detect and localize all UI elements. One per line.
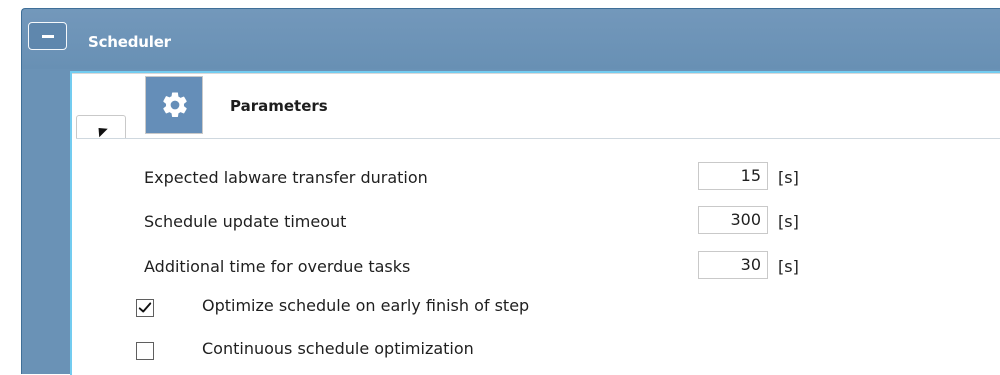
section-divider xyxy=(76,138,1000,139)
field-label: Additional time for overdue tasks xyxy=(144,257,411,276)
transfer-duration-input[interactable]: 15 xyxy=(698,162,768,190)
field-row-transfer-duration: Expected labware transfer duration 15 [s… xyxy=(144,161,884,193)
overdue-time-input[interactable]: 30 xyxy=(698,251,768,279)
parameters-title: Parameters xyxy=(230,97,328,115)
section-top-line xyxy=(72,73,1000,74)
checkbox[interactable] xyxy=(136,342,154,360)
field-unit: [s] xyxy=(778,168,799,187)
checkbox[interactable] xyxy=(136,299,154,317)
collapse-button[interactable] xyxy=(28,22,67,50)
option-label: Continuous schedule optimization xyxy=(202,339,474,358)
field-unit: [s] xyxy=(778,212,799,231)
option-optimize-early-finish[interactable]: Optimize schedule on early finish of ste… xyxy=(136,295,736,325)
option-continuous-optimization[interactable]: Continuous schedule optimization xyxy=(136,338,736,368)
check-icon xyxy=(138,302,152,313)
scheduler-panel: Scheduler Parameters Expected labware tr… xyxy=(21,8,1000,375)
parameters-section: Parameters Expected labware transfer dur… xyxy=(70,71,1000,375)
field-label: Schedule update timeout xyxy=(144,212,347,231)
scheduler-header: Scheduler xyxy=(22,9,1000,69)
section-toggle-button[interactable] xyxy=(76,115,126,139)
gear-icon xyxy=(163,92,187,118)
parameters-icon-tile xyxy=(145,76,203,134)
field-row-overdue-time: Additional time for overdue tasks 30 [s] xyxy=(144,250,884,282)
field-row-update-timeout: Schedule update timeout 300 [s] xyxy=(144,205,884,237)
update-timeout-input[interactable]: 300 xyxy=(698,206,768,234)
field-label: Expected labware transfer duration xyxy=(144,168,428,187)
scheduler-title: Scheduler xyxy=(88,33,171,51)
field-unit: [s] xyxy=(778,257,799,276)
top-strip xyxy=(0,0,1000,8)
option-label: Optimize schedule on early finish of ste… xyxy=(202,296,530,315)
